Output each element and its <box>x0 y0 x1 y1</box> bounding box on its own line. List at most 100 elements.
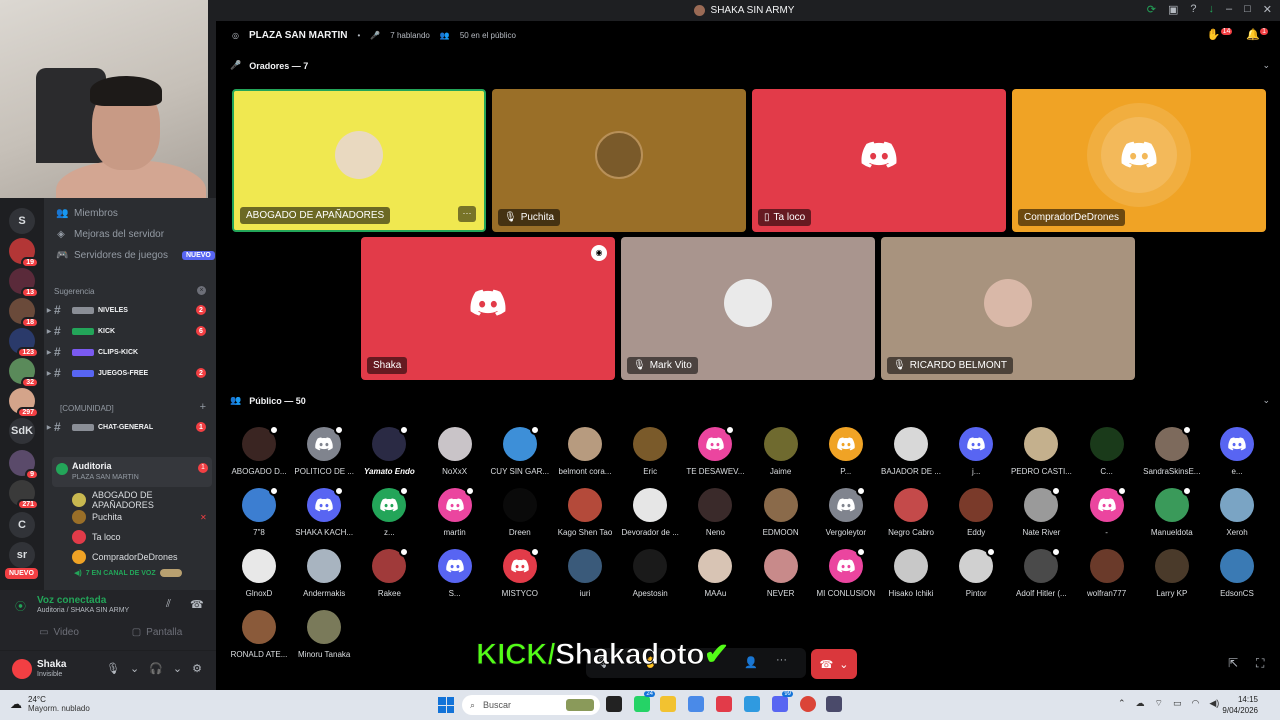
voice-member[interactable]: Ta loco <box>72 530 121 544</box>
server-icon[interactable]: 32 <box>9 358 39 388</box>
audience-member[interactable]: Pintor <box>943 547 1009 607</box>
speaker-tile[interactable]: ◉ Shaka <box>361 237 615 380</box>
audience-member[interactable]: Hisako Ichiki <box>878 549 944 607</box>
speaker-tile[interactable]: ABOGADO DE APAÑADORES ··· <box>232 89 486 232</box>
audience-member[interactable]: Manueldota <box>1139 486 1205 546</box>
raised-hands-icon[interactable]: ✋ 14 <box>1207 28 1233 41</box>
audience-member[interactable]: 7"8 <box>226 486 292 546</box>
minimize-button[interactable]: – <box>1226 3 1232 16</box>
server-icon[interactable]: 18 <box>9 298 39 328</box>
microphone-icon[interactable]: 🎙 <box>106 662 120 675</box>
chevron-down-icon[interactable]: ⌄ <box>1262 395 1270 406</box>
stage-notifications-icon[interactable]: 🔔 1 <box>1246 28 1268 41</box>
server-icon-c[interactable]: C <box>9 512 35 538</box>
speaker-tile[interactable]: 🎙 RICARDO BELMONT <box>881 237 1135 380</box>
audience-member[interactable]: EDMOON <box>748 488 814 546</box>
signal-icon[interactable]: ⦿ <box>15 598 26 614</box>
community-header[interactable]: [COMUNIDAD] <box>60 404 114 413</box>
audience-member[interactable]: j... <box>943 427 1009 485</box>
edge-icon[interactable] <box>744 696 760 712</box>
chevron-up-icon[interactable]: ⌃ <box>1118 698 1126 709</box>
server-icon-sdk[interactable]: SdK <box>9 418 35 444</box>
voice-member[interactable]: Puchita ✕ <box>72 510 207 524</box>
channel-niveles[interactable]: ▶ # NIVELES 2 <box>44 300 216 320</box>
audience-member[interactable]: Neno <box>682 488 748 546</box>
audience-member[interactable]: e... <box>1204 427 1270 485</box>
members-link[interactable]: 👥 Miembros <box>56 208 118 219</box>
server-icon-s[interactable]: S <box>9 208 35 234</box>
audience-member[interactable]: S... <box>422 549 488 607</box>
start-button[interactable] <box>438 697 454 713</box>
headphones-icon[interactable]: 🎧 <box>149 662 163 675</box>
server-icon[interactable]: 123 <box>9 328 39 358</box>
screen-share-button[interactable]: ▢ Pantalla <box>112 622 202 642</box>
weather-widget[interactable]: ☁ 24°C Mayorm. nublado <box>10 695 90 713</box>
settings-gear-icon[interactable]: ⚙ <box>192 662 202 675</box>
dismiss-icon[interactable]: × <box>197 286 206 295</box>
audience-member[interactable]: Nate River <box>1008 486 1074 546</box>
more-options-icon[interactable]: ··· <box>458 206 476 222</box>
discord-taskbar-icon[interactable]: 99 <box>772 691 793 712</box>
volume-icon[interactable]: ◀) <box>1209 698 1219 709</box>
leave-stage-button[interactable]: ☎ ⌄ <box>811 649 857 679</box>
server-icon-sr[interactable]: sr <box>9 542 35 568</box>
audience-member[interactable]: Larry KP <box>1139 549 1205 607</box>
download-icon[interactable]: ↓ <box>1209 3 1215 16</box>
audience-member[interactable]: Yamato Endo <box>356 425 422 485</box>
audience-member[interactable]: C... <box>1074 427 1140 485</box>
whatsapp-icon[interactable]: 24 <box>634 691 655 712</box>
audience-member[interactable]: Eric <box>617 427 683 485</box>
fullscreen-icon[interactable]: ⛶ <box>1256 656 1264 671</box>
update-icon[interactable]: ⟳ <box>1147 3 1156 16</box>
close-button[interactable]: ✕ <box>1263 3 1272 16</box>
invite-icon[interactable]: 👤 <box>744 656 758 669</box>
file-explorer-icon[interactable] <box>660 696 676 712</box>
voice-member[interactable]: ABOGADO DE APAÑADORES <box>72 490 216 510</box>
server-boosts-link[interactable]: ◈ Mejoras del servidor <box>56 229 164 240</box>
chevron-down-icon[interactable]: ⌄ <box>173 662 182 675</box>
user-avatar[interactable] <box>12 659 32 679</box>
audience-member[interactable]: RONALD ATE... <box>226 610 292 668</box>
audience-member[interactable]: BAJADOR DE ... <box>878 427 944 485</box>
server-icon[interactable]: 13 <box>9 268 39 298</box>
task-view-icon[interactable] <box>606 696 622 712</box>
audience-member[interactable]: GlnoxD <box>226 549 292 607</box>
copilot-icon[interactable] <box>688 696 704 712</box>
audience-member[interactable]: TE DESAWEV... <box>682 425 748 485</box>
audience-member[interactable]: P... <box>813 427 879 485</box>
audience-member[interactable]: Andermakis <box>291 549 357 607</box>
audience-member[interactable]: ABOGADO D... <box>226 425 292 485</box>
app-icon[interactable] <box>716 696 732 712</box>
popout-icon[interactable]: ⇱ <box>1228 656 1238 670</box>
audience-member[interactable]: Kago Shen Tao <box>552 488 618 546</box>
more-icon[interactable]: ··· <box>776 654 787 666</box>
server-icon[interactable]: 271 <box>9 480 39 510</box>
audience-member[interactable]: NEVER <box>748 549 814 607</box>
onedrive-icon[interactable]: ☁ <box>1136 698 1145 709</box>
audience-member[interactable]: PEDRO CASTI... <box>1008 427 1074 485</box>
audience-member[interactable]: wolfran777 <box>1074 549 1140 607</box>
help-icon[interactable]: ? <box>1190 3 1196 16</box>
audience-member[interactable]: NoXxX <box>422 427 488 485</box>
server-icon[interactable]: 19 <box>9 238 39 268</box>
notepad-icon[interactable] <box>826 696 842 712</box>
channel-clips-kick[interactable]: ▶ # CLIPS-KICK <box>44 342 216 362</box>
add-channel-icon[interactable]: + <box>200 401 206 413</box>
clock[interactable]: 14:15 9/04/2026 <box>1222 694 1258 716</box>
audience-member[interactable]: MI CONLUSION <box>813 547 879 607</box>
audience-member[interactable]: martin <box>422 486 488 546</box>
noise-suppression-icon[interactable]: ⫽ <box>166 598 171 611</box>
audience-member[interactable]: belmont cora... <box>552 427 618 485</box>
voice-channel-auditoria[interactable]: Auditoria PLAZA SAN MARTIN 1 <box>52 457 212 487</box>
audience-member[interactable]: z... <box>356 486 422 546</box>
audience-member[interactable]: MISTYCO <box>487 547 553 607</box>
audience-member[interactable]: Devorador de ... <box>617 488 683 546</box>
wifi-icon[interactable]: ◠ <box>1192 698 1200 709</box>
server-icon[interactable]: 297 <box>9 388 39 418</box>
audience-member[interactable]: SHAKA KACH... <box>291 486 357 546</box>
speakers-section-header[interactable]: 🎤 Oradores — 7 <box>230 60 308 71</box>
audience-member[interactable]: Eddy <box>943 488 1009 546</box>
speaker-tile[interactable]: ▯ Ta loco <box>752 89 1006 232</box>
audience-member[interactable]: MAAu <box>682 549 748 607</box>
audience-member[interactable]: CUY SIN GAR... <box>487 425 553 485</box>
